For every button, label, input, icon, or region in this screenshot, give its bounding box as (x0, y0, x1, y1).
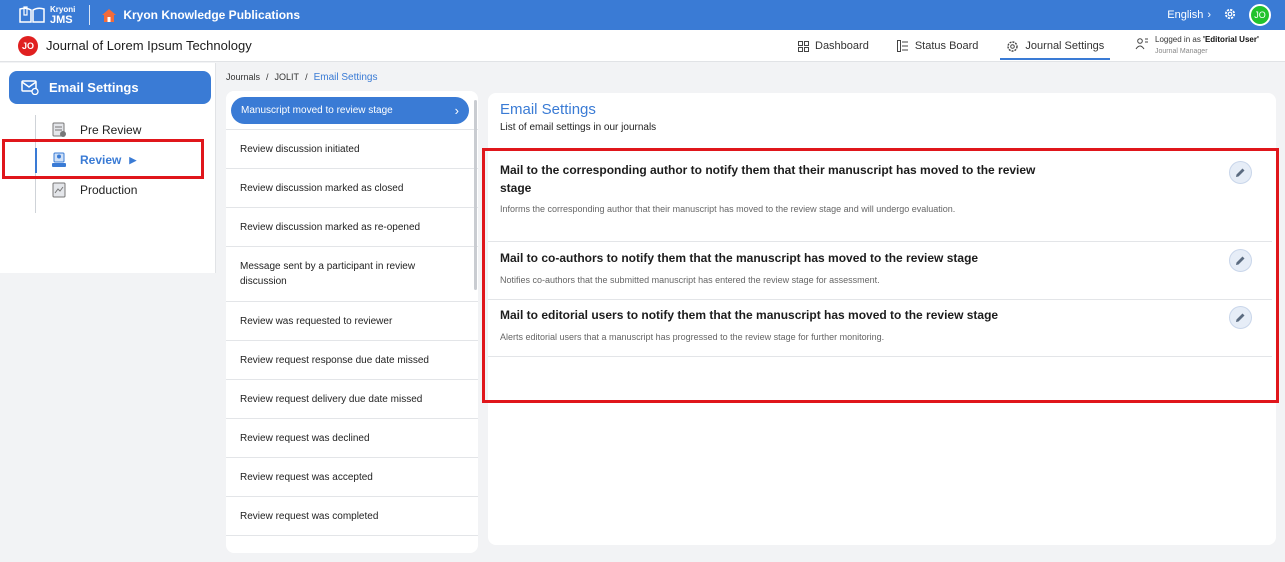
publisher-name: Kryon Knowledge Publications (123, 8, 301, 22)
breadcrumb-current: Email Settings (313, 72, 378, 83)
event-list: Manuscript moved to review stage › Revie… (226, 91, 478, 553)
user-switch-icon (1135, 38, 1148, 50)
highlight-box-review (2, 139, 204, 179)
breadcrumb-journals[interactable]: Journals (226, 72, 260, 83)
book-logo-icon (18, 6, 46, 24)
breadcrumb: Journals / JOLIT / Email Settings (226, 72, 378, 83)
breadcrumb-separator: / (305, 72, 308, 82)
list-item[interactable]: Review discussion marked as closed (226, 169, 478, 208)
divider (89, 5, 91, 25)
publisher-link[interactable]: Kryon Knowledge Publications (102, 8, 300, 22)
settings-sidebar: Email Settings Pre Review Review ▶ Produ… (0, 63, 216, 562)
sidebar-item-label: Production (80, 183, 138, 197)
nav-dashboard[interactable]: Dashboard (798, 30, 869, 62)
list-item[interactable]: Review was requested to reviewer (226, 302, 478, 341)
app-logo[interactable]: Kryoni JMS (18, 5, 76, 26)
list-item[interactable]: Review request response due date missed (226, 341, 478, 380)
highlight-box-mails (482, 148, 1279, 403)
user-role: Journal Manager (1155, 48, 1208, 55)
login-info[interactable]: Logged in as 'Editorial User' Journal Ma… (1135, 34, 1259, 57)
home-icon (102, 8, 117, 22)
event-item-active-label: Manuscript moved to review stage (241, 104, 393, 116)
user-avatar[interactable]: JO (1249, 4, 1271, 26)
production-icon (52, 182, 66, 198)
email-settings-icon (21, 80, 39, 95)
list-scrollbar[interactable] (474, 100, 477, 290)
language-selector[interactable]: English › (1167, 9, 1211, 21)
chevron-right-icon: › (1207, 9, 1211, 21)
logged-in-prefix: Logged in as (1155, 35, 1204, 44)
journal-header: JO Journal of Lorem Ipsum Technology Das… (0, 30, 1285, 62)
gear-icon[interactable] (1223, 7, 1237, 24)
breadcrumb-jolit[interactable]: JOLIT (275, 72, 300, 83)
sidebar-item-pre-review[interactable]: Pre Review (50, 120, 141, 140)
event-item-active[interactable]: Manuscript moved to review stage › (231, 96, 469, 124)
journal-avatar: JO (18, 35, 38, 56)
sidebar-empty-area (0, 273, 216, 562)
status-board-icon (896, 40, 908, 52)
journal-name: Journal of Lorem Ipsum Technology (46, 38, 252, 53)
list-item[interactable]: Review request was completed (226, 497, 478, 536)
main-nav: Dashboard Status Board Journal Settings (798, 30, 1111, 62)
nav-status-board[interactable]: Status Board (896, 30, 979, 62)
grid-icon (798, 40, 809, 52)
sidebar-item-label: Pre Review (80, 123, 142, 137)
list-item[interactable]: Message sent by a participant in review … (226, 247, 478, 302)
list-item[interactable]: Review discussion initiated (226, 130, 478, 169)
list-item[interactable]: Review request was accepted (226, 458, 478, 497)
chevron-right-icon: › (454, 102, 459, 118)
nav-journal-settings-label: Journal Settings (1025, 40, 1105, 52)
language-label: English (1167, 9, 1204, 21)
panel-title: Email Settings (500, 101, 596, 118)
journal-settings-icon (1007, 40, 1019, 52)
logo-line2: JMS (50, 14, 73, 26)
list-item[interactable]: Review request delivery due date missed (226, 380, 478, 419)
nav-dashboard-label: Dashboard (815, 40, 869, 52)
nav-journal-settings[interactable]: Journal Settings (1000, 30, 1111, 62)
email-settings-label: Email Settings (49, 80, 139, 95)
event-item-active-row: Manuscript moved to review stage › (226, 91, 478, 130)
logo-line1: Kryoni (50, 5, 76, 14)
sidebar-item-production[interactable]: Production (50, 180, 137, 200)
list-item[interactable]: Review request was declined (226, 419, 478, 458)
logged-in-user: 'Editorial User' (1203, 35, 1259, 44)
breadcrumb-separator: / (266, 72, 269, 82)
email-settings-button[interactable]: Email Settings (9, 71, 211, 104)
top-app-bar: Kryoni JMS Kryon Knowledge Publications … (0, 0, 1285, 30)
pre-review-icon (52, 122, 66, 137)
nav-status-board-label: Status Board (914, 40, 979, 52)
panel-subtitle: List of email settings in our journals (500, 122, 657, 133)
list-item[interactable]: Review discussion marked as re-opened (226, 208, 478, 247)
